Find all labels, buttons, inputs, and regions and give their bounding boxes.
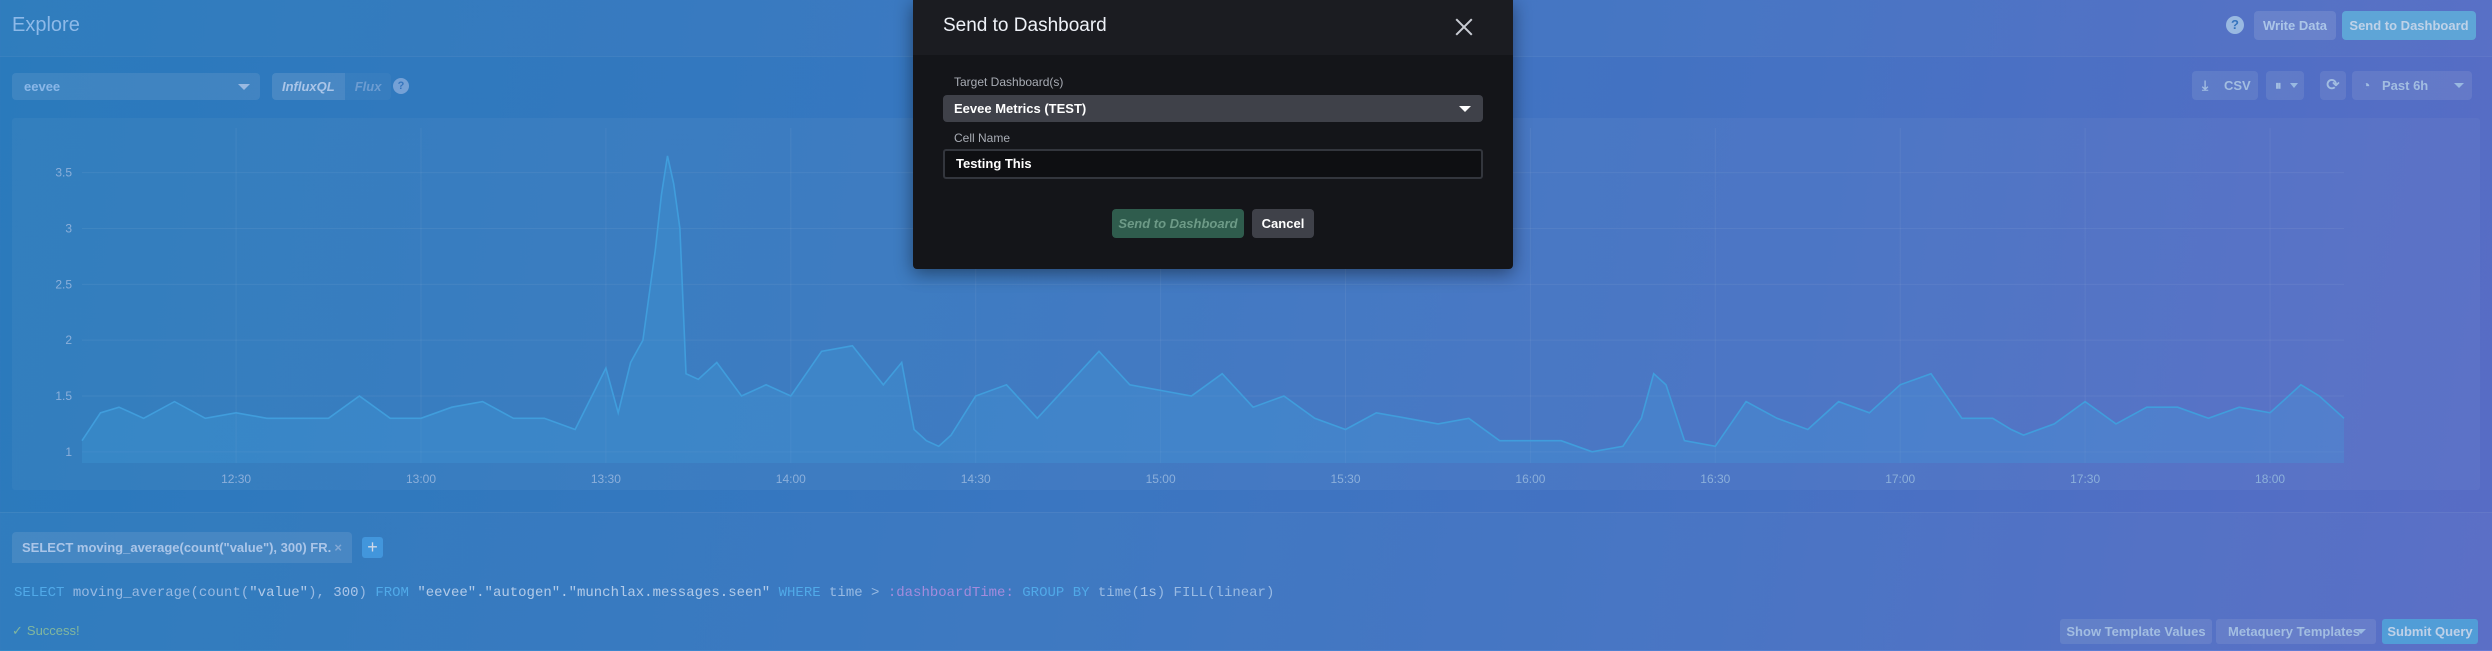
modal-send-to-dashboard-button[interactable]: Send to Dashboard <box>1112 209 1244 238</box>
chevron-down-icon <box>1459 106 1471 112</box>
target-dashboard-select[interactable]: Eevee Metrics (TEST) <box>943 95 1483 122</box>
modal-title: Send to Dashboard <box>943 15 1107 36</box>
explore-page: Explore ? Write Data Send to Dashboard e… <box>0 0 2492 650</box>
send-to-dashboard-modal: Send to Dashboard Target Dashboard(s) Ee… <box>913 0 1513 269</box>
cell-name-label: Cell Name <box>954 131 1011 145</box>
modal-cancel-button[interactable]: Cancel <box>1252 209 1314 238</box>
target-dashboard-label: Target Dashboard(s) <box>954 75 1064 89</box>
cell-name-input[interactable]: Testing This <box>943 149 1483 179</box>
cell-name-value: Testing This <box>956 156 1032 171</box>
modal-header: Send to Dashboard <box>913 0 1513 55</box>
target-dashboard-value: Eevee Metrics (TEST) <box>954 101 1087 116</box>
close-icon[interactable] <box>1451 14 1477 40</box>
